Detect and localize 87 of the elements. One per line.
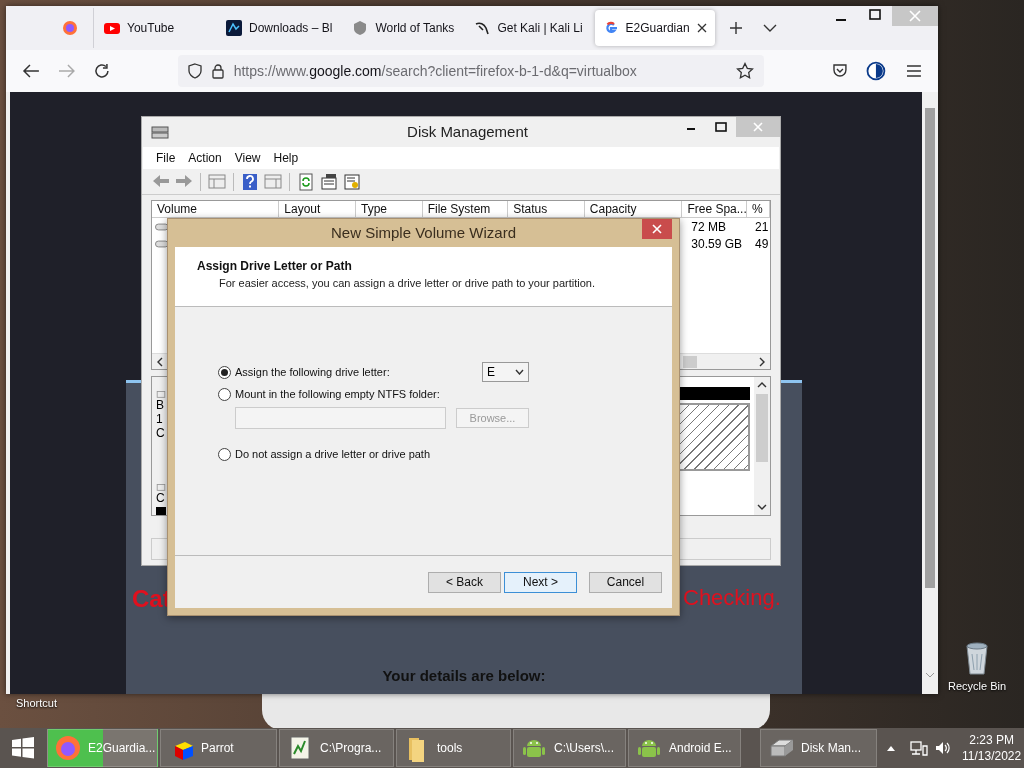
column-header[interactable]: Type: [355, 201, 423, 217]
menu-item[interactable]: Help: [268, 149, 304, 167]
legend-swatch: [156, 506, 166, 515]
table-cell-text: 30.59 GB: [690, 235, 743, 253]
new-tab-icon[interactable]: [728, 21, 743, 35]
help-icon[interactable]: [241, 172, 259, 191]
half-circle-icon[interactable]: [866, 61, 887, 81]
browser-logo-icon: [61, 20, 78, 36]
caret-icon: [515, 369, 524, 375]
column-header[interactable]: %: [747, 201, 770, 217]
column-header[interactable]: Free Spa...: [682, 201, 748, 217]
taskbar-button[interactable]: Android E...: [628, 729, 741, 767]
chevron-up-icon[interactable]: [757, 380, 767, 388]
reload-icon[interactable]: [93, 63, 110, 79]
chevron-up-icon[interactable]: [886, 744, 896, 752]
dialog-title: New Simple Volume Wizard: [329, 222, 518, 243]
url-text: https://www.google.com/search?client=firefox-b-1-d&q=virtualbox: [233, 61, 637, 81]
scrollbar-thumb[interactable]: [683, 355, 697, 368]
menu-item[interactable]: View: [229, 149, 266, 167]
dialog-button[interactable]: Next >: [504, 571, 577, 593]
browser-tab[interactable]: Downloads – Bl: [218, 10, 341, 46]
table-cell-text: 49: [754, 235, 770, 253]
play-logo-icon: [104, 20, 120, 36]
drive-letter-dropdown[interactable]: E: [482, 362, 529, 382]
chevron-left-icon[interactable]: [155, 356, 165, 367]
taskbar-button[interactable]: E2Guardia...: [47, 729, 158, 767]
shield-logo-icon: [352, 20, 369, 36]
browser-tab[interactable]: Get Kali | Kali Li: [466, 10, 591, 46]
dialog-button[interactable]: < Back: [428, 571, 501, 593]
column-header[interactable]: Volume: [152, 201, 280, 217]
pocket-icon[interactable]: [832, 63, 849, 79]
scrollbar-thumb[interactable]: [925, 108, 935, 588]
browser-tab[interactable]: YouTube: [96, 10, 214, 46]
scrollbar-thumb[interactable]: [756, 394, 768, 462]
table-cell-text: 21: [754, 218, 770, 236]
disk-label-text: C: [156, 425, 166, 440]
unallocated-partition[interactable]: [678, 403, 750, 471]
radio-option[interactable]: Assign the following drive letter:: [218, 363, 390, 381]
description-text: For easier access, you can assign a drive letter or drive path to your partition.: [218, 276, 596, 291]
column-header[interactable]: Capacity: [584, 201, 683, 217]
dialog-button[interactable]: Cancel: [589, 571, 662, 593]
browser-logo-icon: [54, 734, 82, 762]
details-heading: Your details are below:: [381, 666, 547, 686]
partition-header-bar: [678, 387, 750, 400]
taskbar-button[interactable]: Disk Man...: [760, 729, 877, 767]
properties-icon[interactable]: [320, 172, 338, 191]
chart-logo-icon: [226, 20, 242, 36]
speaker-icon[interactable]: [934, 740, 952, 756]
table-cell-text: 72 MB: [690, 218, 727, 236]
radio-option[interactable]: Mount in the following empty NTFS folder:: [218, 385, 440, 403]
address-bar[interactable]: https://www.google.com/search?client=firefox-b-1-d&q=virtualbox: [177, 55, 765, 87]
column-header[interactable]: Layout: [279, 201, 356, 217]
chevron-down-icon[interactable]: [757, 504, 767, 512]
column-header[interactable]: File System: [422, 201, 509, 217]
disk-label-text: B: [156, 397, 165, 412]
refresh-icon[interactable]: [297, 172, 315, 191]
menu-item[interactable]: File: [151, 149, 181, 167]
back-arrow-icon[interactable]: [22, 63, 40, 79]
taskbar-button[interactable]: C:\Progra...: [279, 729, 394, 767]
taskbar-button[interactable]: tools: [396, 729, 511, 767]
desktop-icon-label[interactable]: Recycle Bin: [947, 678, 1007, 695]
taskbar-button[interactable]: C:\Users\...: [513, 729, 626, 767]
recycle-bin-icon: [964, 642, 990, 676]
window-title: Disk Management: [406, 121, 529, 142]
chevron-right-icon[interactable]: [757, 356, 767, 367]
drive-icon: [155, 239, 169, 248]
menu-item[interactable]: Action: [183, 149, 227, 167]
heading: Assign Drive Letter or Path: [197, 258, 353, 275]
column-header[interactable]: Status: [508, 201, 585, 217]
lock-icon: [211, 63, 224, 79]
network-icon[interactable]: [910, 740, 928, 756]
disk-drive-icon: [151, 124, 169, 140]
settings-icon[interactable]: [343, 172, 361, 191]
clock[interactable]: 2:23 PM 11/13/2022: [962, 732, 1022, 764]
disk-label-text: C: [156, 490, 166, 505]
browser-tab[interactable]: World of Tanks: [344, 10, 463, 46]
star-icon[interactable]: [736, 62, 755, 80]
menu-icon[interactable]: [906, 64, 922, 78]
radio-option[interactable]: Do not assign a drive letter or drive path: [218, 445, 431, 463]
desktop-icon-label[interactable]: Shortcut: [16, 695, 57, 712]
drive-icon: [155, 222, 169, 231]
browser-tab[interactable]: E2Guardian: [594, 10, 715, 46]
warning-text: Checking.: [683, 584, 781, 612]
taskbar-button[interactable]: Parrot: [160, 729, 277, 767]
disk-label-text: 1: [156, 411, 164, 426]
close-icon[interactable]: [696, 23, 707, 33]
shield-icon: [187, 63, 202, 79]
